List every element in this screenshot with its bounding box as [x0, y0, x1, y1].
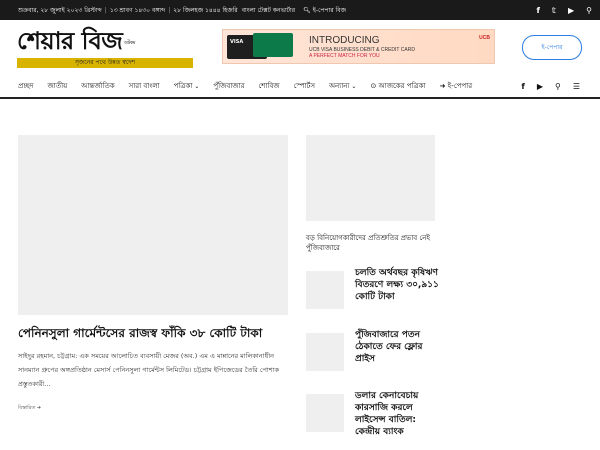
- list-item-thumbnail[interactable]: [306, 394, 344, 432]
- menu-icon[interactable]: ☰: [573, 82, 580, 91]
- side-feature-headline[interactable]: বড় বিনিয়োগকারীদের প্রতিশ্রুতির প্রভাব …: [306, 233, 441, 253]
- epaper-button[interactable]: ই-পেপার: [522, 35, 582, 60]
- read-more-link[interactable]: বিস্তারিত ➜: [18, 405, 41, 413]
- top-social: f 𝕥 ▶ ⚲: [536, 6, 592, 15]
- date-hijri: ২৮ জিলহজ ১৪৪৪ হিজরি: [173, 6, 238, 14]
- top-bar: শুক্রবার, ২৮ জুলাই ২০২৩ খ্রিস্টাব্দ | ১৩…: [0, 0, 600, 20]
- nav-item-international[interactable]: আন্তর্জাতিক: [81, 80, 114, 92]
- ad-tagline: A PERFECT MATCH FOR YOU: [309, 53, 380, 59]
- hero-headline[interactable]: পেনিনসুলা গার্মেন্টসের রাজস্ব ফাঁকি ৩৮ ক…: [18, 325, 288, 341]
- top-search-label: ই-পেপার বিজ: [312, 6, 346, 14]
- hero-excerpt: সাইদুর রহমান, চট্টগ্রাম: এক সময়ের আলোচি…: [18, 352, 280, 388]
- top-links: বাংলা টেক্সট কনভার্টার: [242, 5, 295, 16]
- twitter-icon[interactable]: 𝕥: [552, 6, 556, 15]
- hero-image[interactable]: [18, 135, 288, 315]
- side-feature-image[interactable]: [306, 135, 435, 221]
- card-graphic: VISA: [227, 33, 297, 61]
- search-icon[interactable]: ⚲: [586, 6, 592, 15]
- ad-brand: UCB: [479, 35, 490, 41]
- list-item-thumbnail[interactable]: [306, 333, 344, 371]
- main-nav: প্রচ্ছদ জাতীয় আন্তর্জাতিক সারা বাংলা পত…: [0, 75, 600, 99]
- facebook-icon[interactable]: f: [536, 6, 539, 15]
- date-bangla: ১৩ শ্রাবণ ১৪৩০ বঙ্গাব্দ: [109, 6, 166, 14]
- nav-item-newspaper[interactable]: পত্রিকা: [174, 80, 200, 92]
- top-search[interactable]: 🔍︎ ই-পেপার বিজ: [303, 5, 346, 16]
- list-item-headline[interactable]: পুঁজিবাজারে পতন ঠেকাতে ফের ফ্লোর প্রাইস: [355, 329, 439, 365]
- list-item-headline[interactable]: চলতি অর্থবছর কৃষিঋণ বিতরণে লক্ষ্য ৩০,৯১১…: [355, 267, 439, 303]
- brand-name: শেয়ার বিজ ডটকম: [17, 26, 135, 55]
- youtube-icon[interactable]: ▶: [537, 82, 543, 91]
- text-converter-link[interactable]: বাংলা টেক্সট কনভার্টার: [242, 5, 295, 16]
- nav-item-showbiz[interactable]: শোবিজ: [258, 80, 279, 92]
- nav-item-national[interactable]: জাতীয়: [48, 80, 68, 92]
- search-icon[interactable]: ⚲: [555, 82, 561, 91]
- nav-right-icons: f ▶ ⚲ ☰: [521, 82, 600, 91]
- nav-item-others[interactable]: অন্যান্য: [329, 80, 356, 92]
- advertisement-banner[interactable]: VISA INTRODUCING UCB VISA BUSINESS DEBIT…: [222, 29, 495, 64]
- nav-item-epaper[interactable]: ➜ ই-পেপার: [440, 80, 472, 92]
- list-item-headline[interactable]: ডলার কেনাবেচায় কারসাজি করলে লাইসেন্স বা…: [355, 390, 439, 438]
- nav-item-todays-paper[interactable]: ⊙ আজকের পত্রিকা: [370, 80, 425, 92]
- list-item-thumbnail[interactable]: [306, 271, 344, 309]
- nav-item-country[interactable]: সারা বাংলা: [129, 80, 160, 92]
- ad-title: INTRODUCING: [309, 35, 380, 46]
- site-logo[interactable]: শেয়ার বিজ ডটকম সৃজনের পথে উন্নত স্বদেশ: [17, 28, 193, 68]
- nav-item-stock-market[interactable]: পুঁজিবাজার: [213, 80, 244, 92]
- date-gregorian: শুক্রবার, ২৮ জুলাই ২০২৩ খ্রিস্টাব্দ: [18, 6, 102, 14]
- facebook-icon[interactable]: f: [521, 82, 524, 91]
- nav-item-sports[interactable]: স্পোর্টস: [294, 80, 315, 92]
- youtube-icon[interactable]: ▶: [568, 6, 574, 15]
- brand-tagline: সৃজনের পথে উন্নত স্বদেশ: [17, 57, 193, 68]
- nav-item-home[interactable]: প্রচ্ছদ: [18, 80, 34, 92]
- search-icon: 🔍︎: [303, 6, 311, 14]
